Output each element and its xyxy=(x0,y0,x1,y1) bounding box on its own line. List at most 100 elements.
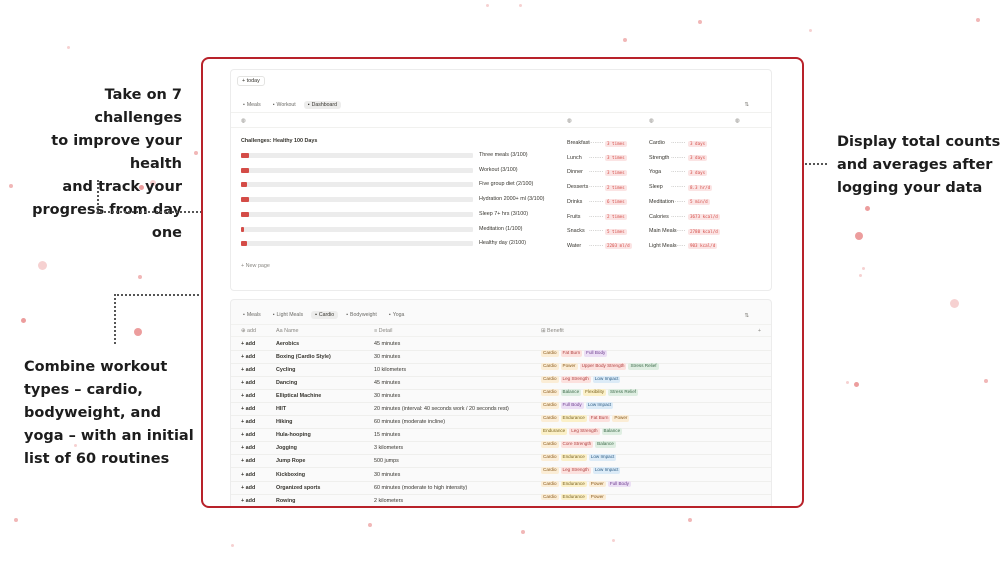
count-label: Calories xyxy=(649,213,669,220)
tab-cardio[interactable]: ▪ Cardio xyxy=(311,311,339,319)
decorative-dot xyxy=(808,28,812,32)
count-label: Yoga xyxy=(649,169,662,176)
workout-name[interactable]: Elliptical Machine xyxy=(276,393,321,399)
tab-dashboard[interactable]: ▪ Dashboard xyxy=(303,101,341,109)
tab-yoga[interactable]: ▪ Yoga xyxy=(385,311,408,319)
add-button[interactable]: + add xyxy=(241,432,255,438)
table-row[interactable]: + add Dancing 45 minutes Cardio Balance Flexi… xyxy=(231,377,771,396)
tab-meals[interactable]: ▪ Meals xyxy=(239,101,265,109)
benefit-tag: Full Body xyxy=(589,507,612,508)
table-row[interactable]: + add Hiking 60 minutes (moderate incline)… xyxy=(231,416,771,435)
meals-icon: ▪ xyxy=(243,312,245,318)
new-page-label: New page xyxy=(245,263,270,269)
add-button[interactable]: + add xyxy=(241,380,255,386)
sort-icon[interactable]: ⇅ xyxy=(744,102,749,108)
benefit-column-header[interactable]: ⊞ Benefit xyxy=(541,328,564,334)
table-header: ⊕ add Aa Name ≡ Detail ⊞ Benefit + xyxy=(231,325,771,336)
detail-column-header[interactable]: ≡ Detail xyxy=(374,328,392,334)
add-property-button[interactable]: + xyxy=(758,328,761,334)
add-button[interactable]: + add xyxy=(241,458,255,464)
table-row[interactable]: + add Kickboxing 30 minutes Cardio Endurance… xyxy=(231,469,771,487)
column-icon: ◍ xyxy=(567,118,572,124)
challenge-progress-bar xyxy=(241,153,473,158)
add-button[interactable]: + add xyxy=(241,341,255,347)
workout-name[interactable]: Boxing (Cardio Style) xyxy=(276,354,331,360)
table-row[interactable]: + add HIIT 20 minutes (interval: 40 second… xyxy=(231,403,771,422)
yoga-icon: ▪ xyxy=(388,312,391,318)
count-label: Lunch xyxy=(567,154,582,161)
workout-name[interactable]: Jogging xyxy=(276,445,297,451)
workout-name[interactable]: Organized sports xyxy=(276,485,320,491)
column-icon: ◍ xyxy=(649,118,654,124)
add-button[interactable]: + add xyxy=(241,354,255,360)
workout-database-card: ▪ Meals ▪ Light Meals ▪ Cardio ▪ Bodyweight ▪ Yog… xyxy=(230,299,772,508)
table-row[interactable]: + add Cycling 10 kilometers Cardio Leg Stren… xyxy=(231,364,771,383)
dashboard-icon: ▪ xyxy=(307,102,310,108)
count-value-badge: 5 times xyxy=(605,228,627,235)
table-row[interactable]: + add Jogging 3 kilometers Cardio Endurance L… xyxy=(231,442,771,461)
add-button[interactable]: + add xyxy=(241,472,255,478)
tab-light-meals[interactable]: ▪ Light Meals xyxy=(269,311,307,319)
workout-name[interactable]: Cycling xyxy=(276,367,295,373)
add-button[interactable]: + add xyxy=(241,419,255,425)
add-button[interactable]: + add xyxy=(241,498,255,504)
table-row[interactable]: + add Organized sports 60 minutes (moderat… xyxy=(231,482,771,501)
add-button[interactable]: + add xyxy=(241,393,255,399)
table-row[interactable]: + add Boxing (Cardio Style) 30 minutes Card… xyxy=(231,351,771,370)
workout-name[interactable]: Hula-hooping xyxy=(276,432,311,438)
table-row[interactable]: + add Elliptical Machine 30 minutes Cardio F… xyxy=(231,390,771,409)
leader-dots: ········ xyxy=(589,213,604,220)
tab-meals[interactable]: ▪ Meals xyxy=(239,311,265,319)
count-label: Water xyxy=(567,242,582,249)
workout-name[interactable]: Jump Rope xyxy=(276,458,305,464)
add-button-label: add xyxy=(245,471,256,478)
dashboard-tabs: ▪ Meals ▪ Workout ▪ Dashboard xyxy=(239,101,345,109)
count-label: Fruits xyxy=(567,213,581,220)
add-button[interactable]: + add xyxy=(241,485,255,491)
tab-bodyweight[interactable]: ▪ Bodyweight xyxy=(342,311,381,319)
tab-label: Meals xyxy=(246,102,261,108)
add-button-label: add xyxy=(245,497,256,504)
leader-dots: ········ xyxy=(671,154,686,161)
new-page-button[interactable]: + New page xyxy=(241,263,270,269)
decorative-dot xyxy=(20,317,26,323)
add-button[interactable]: + add xyxy=(241,445,255,451)
workout-detail: 30 minutes xyxy=(374,471,401,478)
challenges-title: Challenges: Healthy 100 Days xyxy=(241,138,318,144)
benefit-tag: Cardio xyxy=(541,507,559,508)
tab-workout[interactable]: ▪ Workout xyxy=(269,101,300,109)
workout-detail: 60 minutes (moderate to high intensity) xyxy=(374,484,468,491)
workout-detail: 60 minutes (moderate incline) xyxy=(374,419,446,426)
table-row[interactable]: + add Aerobics 45 minutes Cardio Fat Burn Ful… xyxy=(231,338,771,357)
count-value-badge: 3 days xyxy=(688,155,708,162)
decorative-dot xyxy=(521,530,525,534)
workout-name[interactable]: HIIT xyxy=(276,406,286,412)
workout-name[interactable]: Aerobics xyxy=(276,341,299,347)
table-row[interactable]: + add Hula-hooping 15 minutes Cardio Core St… xyxy=(231,429,771,448)
decorative-dot xyxy=(984,379,988,383)
add-button[interactable]: + add xyxy=(241,367,255,373)
count-label: Sleep xyxy=(649,184,663,191)
decorative-dot xyxy=(611,538,615,542)
name-column-header[interactable]: Aa Name xyxy=(276,328,298,334)
decorative-dot xyxy=(230,543,234,547)
workout-name[interactable]: Hiking xyxy=(276,419,292,425)
workout-name[interactable]: Dancing xyxy=(276,380,297,386)
workout-detail: 2 kilometers xyxy=(374,497,404,504)
add-button-label: add xyxy=(245,445,256,452)
decorative-dot xyxy=(623,38,627,42)
count-label: Desserts xyxy=(567,184,589,191)
today-button[interactable]: + today xyxy=(237,76,265,86)
workout-detail: 45 minutes xyxy=(374,380,401,387)
add-button[interactable]: + add xyxy=(241,406,255,412)
sort-icon[interactable]: ⇅ xyxy=(744,313,749,319)
table-row[interactable]: + add Rowing 2 kilometers CardioEnduranceFu… xyxy=(231,495,771,508)
table-row[interactable]: + add Jump Rope 500 jumps Cardio Leg Strengt… xyxy=(231,455,771,474)
workout-name[interactable]: Rowing xyxy=(276,498,295,504)
leader-dots: ········ xyxy=(671,242,686,249)
count-value-badge: 2203 ml/d xyxy=(605,243,632,250)
workout-name[interactable]: Kickboxing xyxy=(276,472,305,478)
workout-detail: 20 minutes (interval: 40 seconds work / … xyxy=(374,406,509,413)
dashboard-card: + today ▪ Meals ▪ Workout ▪ Dashboard ⇅ ◍ ◍ ◍… xyxy=(230,69,772,291)
leader-dots: ········ xyxy=(589,228,604,235)
